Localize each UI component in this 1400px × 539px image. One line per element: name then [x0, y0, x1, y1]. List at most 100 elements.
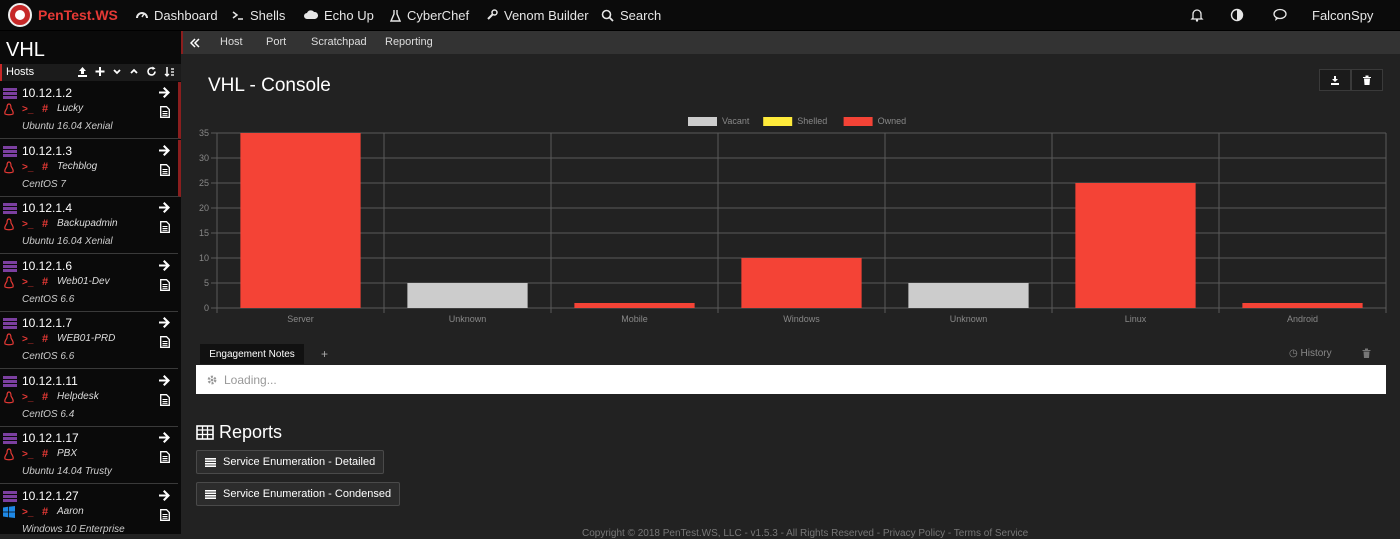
upload-icon[interactable]	[77, 66, 88, 77]
chevron-down-icon[interactable]	[112, 66, 122, 77]
host-tabbar: Host Port Scratchpad Reporting	[181, 31, 1400, 54]
nav-cyberchef[interactable]: CyberChef	[390, 0, 469, 30]
server-icon	[3, 260, 17, 272]
trash-icon	[1363, 75, 1371, 85]
sidebar: VHL Hosts 10.12.1.2 >_ # Lucky Ubuntu 16.04 …	[0, 31, 181, 534]
bar-owned	[741, 258, 862, 308]
bar-vacant	[908, 283, 1029, 308]
collapse-sidebar-icon[interactable]	[190, 38, 200, 48]
nav-dashboard-label: Dashboard	[154, 7, 218, 23]
host-item[interactable]: 10.12.1.3 >_ # Techblog CentOS 7	[0, 139, 181, 197]
trash-icon[interactable]	[1362, 348, 1371, 358]
host-item[interactable]: 10.12.1.27 >_ # Aaron Windows 10 Enterprise	[0, 485, 178, 534]
bar-owned	[1075, 183, 1196, 308]
legend-swatch	[688, 117, 717, 126]
arrow-right-icon[interactable]	[159, 317, 171, 328]
reports-heading: Reports	[196, 422, 282, 443]
x-tick-label: Android	[1287, 314, 1318, 324]
host-os: Ubuntu 16.04 Xenial	[22, 121, 113, 132]
wrench-icon	[487, 9, 498, 20]
notes-loading: Loading...	[224, 372, 277, 387]
notes-editor[interactable]: Loading...	[196, 365, 1386, 394]
bell-icon[interactable]	[1189, 7, 1205, 23]
export-button[interactable]	[1319, 69, 1351, 91]
host-ip: 10.12.1.4	[22, 201, 73, 215]
history-button[interactable]: ◷ History	[1289, 348, 1332, 359]
nav-search[interactable]: Search	[601, 0, 661, 30]
nav-echo-up[interactable]: Echo Up	[304, 0, 374, 30]
arrow-right-icon[interactable]	[159, 374, 171, 386]
host-name: Web01-Dev	[57, 275, 110, 287]
host-os: CentOS 6.6	[22, 351, 75, 362]
host-os: CentOS 6.4	[22, 408, 75, 420]
document-icon[interactable]	[160, 106, 170, 118]
arrow-right-icon[interactable]	[159, 432, 171, 443]
reports-title: Reports	[219, 422, 283, 442]
document-icon[interactable]	[160, 451, 170, 463]
host-os: CentOS 6.6	[22, 293, 75, 305]
add-note-button[interactable]: +	[321, 347, 328, 361]
server-icon	[3, 88, 17, 99]
top-navbar: PenTest.WS Dashboard Shells Echo Up Cybe…	[0, 0, 1400, 31]
page-title: VHL - Console	[208, 75, 331, 96]
arrow-right-icon[interactable]	[159, 489, 171, 501]
shell-icon: >_	[22, 334, 34, 345]
host-item[interactable]: 10.12.1.6 >_ # Web01-Dev CentOS 6.6	[0, 255, 178, 312]
arrow-right-icon[interactable]	[159, 144, 171, 156]
hash-icon: #	[42, 448, 49, 460]
chat-icon[interactable]	[1272, 7, 1288, 23]
host-item[interactable]: 10.12.1.17 >_ # PBX Ubuntu 14.04 Trusty	[0, 427, 178, 484]
document-icon[interactable]	[160, 336, 170, 348]
table-icon	[196, 425, 214, 440]
list-icon	[205, 489, 216, 499]
nav-shells[interactable]: Shells	[232, 0, 285, 30]
server-icon	[3, 375, 17, 387]
host-item[interactable]: 10.12.1.2 >_ # Lucky Ubuntu 16.04 Xenial	[0, 82, 181, 139]
refresh-icon[interactable]	[146, 66, 157, 77]
y-tick-label: 0	[204, 303, 209, 313]
hash-icon: #	[42, 505, 49, 518]
host-ip: 10.12.1.27	[22, 488, 79, 503]
server-icon	[3, 145, 17, 157]
plus-icon[interactable]	[95, 66, 105, 77]
host-item[interactable]: 10.12.1.7 >_ # WEB01-PRD CentOS 6.6	[0, 312, 178, 369]
document-icon[interactable]	[160, 393, 170, 406]
host-item[interactable]: 10.12.1.4 >_ # Backupadmin Ubuntu 16.04 Xeni…	[0, 197, 178, 254]
contrast-icon[interactable]	[1229, 7, 1245, 23]
x-tick-label: Mobile	[621, 314, 648, 324]
nav-dashboard[interactable]: Dashboard	[136, 0, 218, 30]
y-tick-label: 10	[199, 253, 209, 263]
tab-scratchpad[interactable]: Scratchpad	[311, 36, 367, 48]
hash-icon: #	[42, 390, 49, 403]
terminal-icon	[232, 11, 243, 20]
document-icon[interactable]	[160, 221, 170, 233]
host-os: Ubuntu 16.04 Xenial	[22, 236, 113, 247]
tab-host[interactable]: Host	[220, 36, 243, 48]
delete-button[interactable]	[1351, 69, 1383, 91]
linux-icon	[4, 275, 14, 288]
tab-engagement-notes[interactable]: Engagement Notes	[200, 344, 304, 364]
host-item[interactable]: 10.12.1.11 >_ # Helpdesk CentOS 6.4	[0, 370, 178, 427]
tab-reporting[interactable]: Reporting	[385, 36, 433, 48]
user-menu[interactable]: FalconSpy	[1312, 0, 1373, 30]
server-icon	[3, 203, 17, 214]
arrow-right-icon[interactable]	[159, 202, 171, 213]
x-tick-label: Server	[287, 314, 314, 324]
nav-venom-builder[interactable]: Venom Builder	[486, 0, 589, 30]
brand[interactable]: PenTest.WS	[8, 3, 118, 27]
document-icon[interactable]	[160, 278, 170, 291]
arrow-right-icon[interactable]	[159, 87, 171, 98]
chevron-up-icon[interactable]	[129, 66, 139, 77]
nav-echo-up-label: Echo Up	[324, 7, 374, 23]
report-condensed-button[interactable]: Service Enumeration - Condensed	[196, 482, 401, 506]
tab-port[interactable]: Port	[266, 36, 286, 48]
host-ip: 10.12.1.7	[22, 316, 73, 330]
arrow-right-icon[interactable]	[159, 259, 171, 271]
sort-icon[interactable]	[164, 66, 175, 77]
server-icon	[3, 318, 17, 329]
report-detailed-button[interactable]: Service Enumeration - Detailed	[196, 450, 385, 474]
document-icon[interactable]	[160, 163, 170, 176]
y-tick-label: 35	[199, 128, 209, 138]
document-icon[interactable]	[160, 508, 170, 521]
linux-icon	[4, 448, 14, 461]
